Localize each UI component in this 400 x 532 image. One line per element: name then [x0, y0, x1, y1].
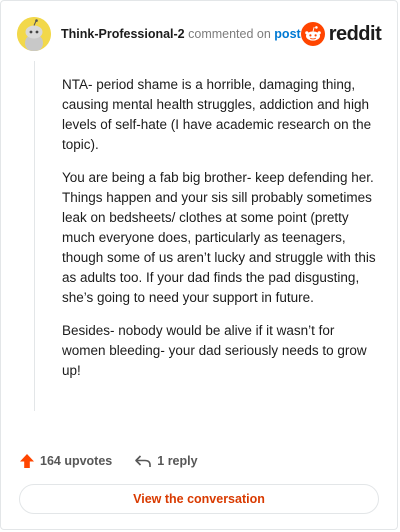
post-link[interactable]: post	[274, 27, 300, 41]
comment-meta: Think-Professional-2 commented on post	[61, 27, 301, 41]
thread-line	[34, 61, 35, 411]
comment-paragraph: NTA- period shame is a horrible, damagin…	[62, 77, 372, 152]
snoo-avatar-icon	[17, 17, 51, 51]
user-avatar[interactable]	[17, 17, 51, 51]
reply-count: 1 reply	[157, 454, 198, 468]
reddit-snoo-icon	[300, 22, 325, 46]
reddit-wordmark: reddit	[328, 22, 382, 45]
comment-paragraph: Besides- nobody would be alive if it was…	[62, 323, 367, 378]
upvote-button[interactable]: 164 upvotes	[19, 453, 112, 469]
comment-header: Think-Professional-2 commented on post r…	[17, 15, 382, 53]
commented-on-text: commented on	[188, 27, 271, 41]
reply-button[interactable]: 1 reply	[134, 453, 198, 469]
username-link[interactable]: Think-Professional-2	[61, 27, 185, 41]
comment-card: Think-Professional-2 commented on post r…	[0, 0, 398, 530]
upvote-count: 164 upvotes	[40, 454, 113, 468]
upvote-arrow-icon	[20, 454, 34, 468]
view-conversation-label: View the conversation	[133, 492, 265, 506]
view-conversation-button[interactable]: View the conversation	[19, 484, 379, 514]
reply-arrow-icon	[135, 455, 152, 467]
comment-paragraph: You are being a fab big brother- keep de…	[62, 170, 376, 305]
comment-body: NTA- period shame is a horrible, damagin…	[62, 75, 379, 394]
comment-actions: 164 upvotes 1 reply	[19, 451, 198, 471]
reddit-logo[interactable]: reddit	[300, 22, 382, 46]
